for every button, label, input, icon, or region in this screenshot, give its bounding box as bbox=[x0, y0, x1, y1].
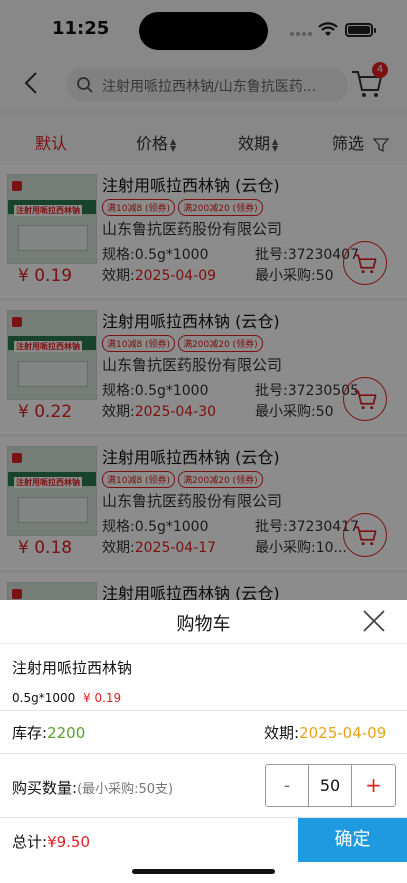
cart-product-spec: 0.5g*1000 bbox=[12, 691, 76, 705]
increase-button[interactable]: + bbox=[352, 765, 395, 806]
quantity-input[interactable]: 50 bbox=[309, 765, 352, 806]
expiry-info: 效期:2025-04-09 bbox=[264, 724, 387, 742]
total-value: ¥9.50 bbox=[47, 833, 91, 851]
divider bbox=[0, 643, 407, 644]
expiry-value: 2025-04-09 bbox=[299, 724, 387, 742]
divider bbox=[0, 710, 407, 711]
cart-product-price: ¥ 0.19 bbox=[83, 691, 122, 705]
close-icon[interactable] bbox=[361, 608, 387, 634]
cart-sheet: 购物车 注射用哌拉西林钠 0.5g*1000 ¥ 0.19 库存:2200 效期… bbox=[0, 600, 407, 883]
quantity-hint: (最小采购:50支) bbox=[77, 782, 174, 797]
divider bbox=[0, 753, 407, 754]
modal-backdrop[interactable] bbox=[0, 0, 407, 600]
cart-product-name: 注射用哌拉西林钠 bbox=[12, 659, 133, 677]
stock-value: 2200 bbox=[47, 724, 86, 742]
stock-info: 库存:2200 bbox=[12, 724, 86, 742]
sheet-title: 购物车 bbox=[176, 614, 231, 635]
total-info: 总计:¥9.50 bbox=[12, 833, 91, 851]
confirm-button[interactable]: 确定 bbox=[298, 818, 407, 862]
quantity-stepper: - 50 + bbox=[265, 764, 396, 807]
home-indicator bbox=[132, 869, 275, 874]
decrease-button[interactable]: - bbox=[266, 765, 309, 806]
quantity-label: 购买数量:(最小采购:50支) bbox=[12, 779, 174, 797]
